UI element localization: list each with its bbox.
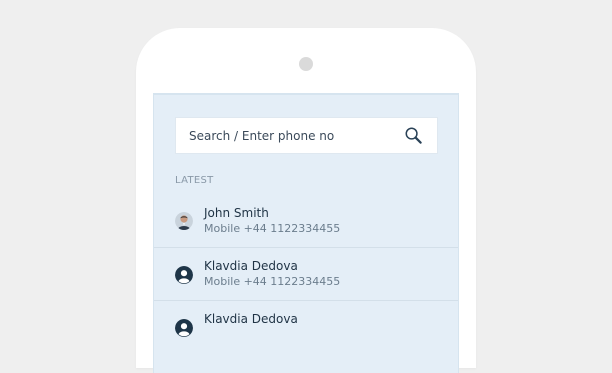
user-icon xyxy=(175,266,193,284)
camera-dot xyxy=(299,57,313,71)
contact-name: Klavdia Dedova xyxy=(204,312,298,326)
contact-phone: Mobile +44 1122334455 xyxy=(204,222,341,235)
phone-frame: LATEST John Smith Mobile +44 1122334455 xyxy=(136,28,476,373)
search-icon[interactable] xyxy=(404,126,423,145)
contact-phone: Mobile +44 1122334455 xyxy=(204,275,341,288)
phone-screen: LATEST John Smith Mobile +44 1122334455 xyxy=(153,93,459,373)
photo-avatar xyxy=(175,212,193,230)
section-label-latest: LATEST xyxy=(175,175,214,186)
search-box[interactable] xyxy=(175,117,438,154)
search-input[interactable] xyxy=(189,128,389,143)
contact-list-item[interactable]: Klavdia Dedova Mobile +44 1122334455 xyxy=(154,248,458,301)
user-icon xyxy=(175,319,193,337)
contact-name: Klavdia Dedova xyxy=(204,259,298,273)
contact-name: John Smith xyxy=(204,206,269,220)
contact-list-item[interactable]: Klavdia Dedova xyxy=(154,301,458,354)
contact-list-item[interactable]: John Smith Mobile +44 1122334455 xyxy=(154,195,458,248)
